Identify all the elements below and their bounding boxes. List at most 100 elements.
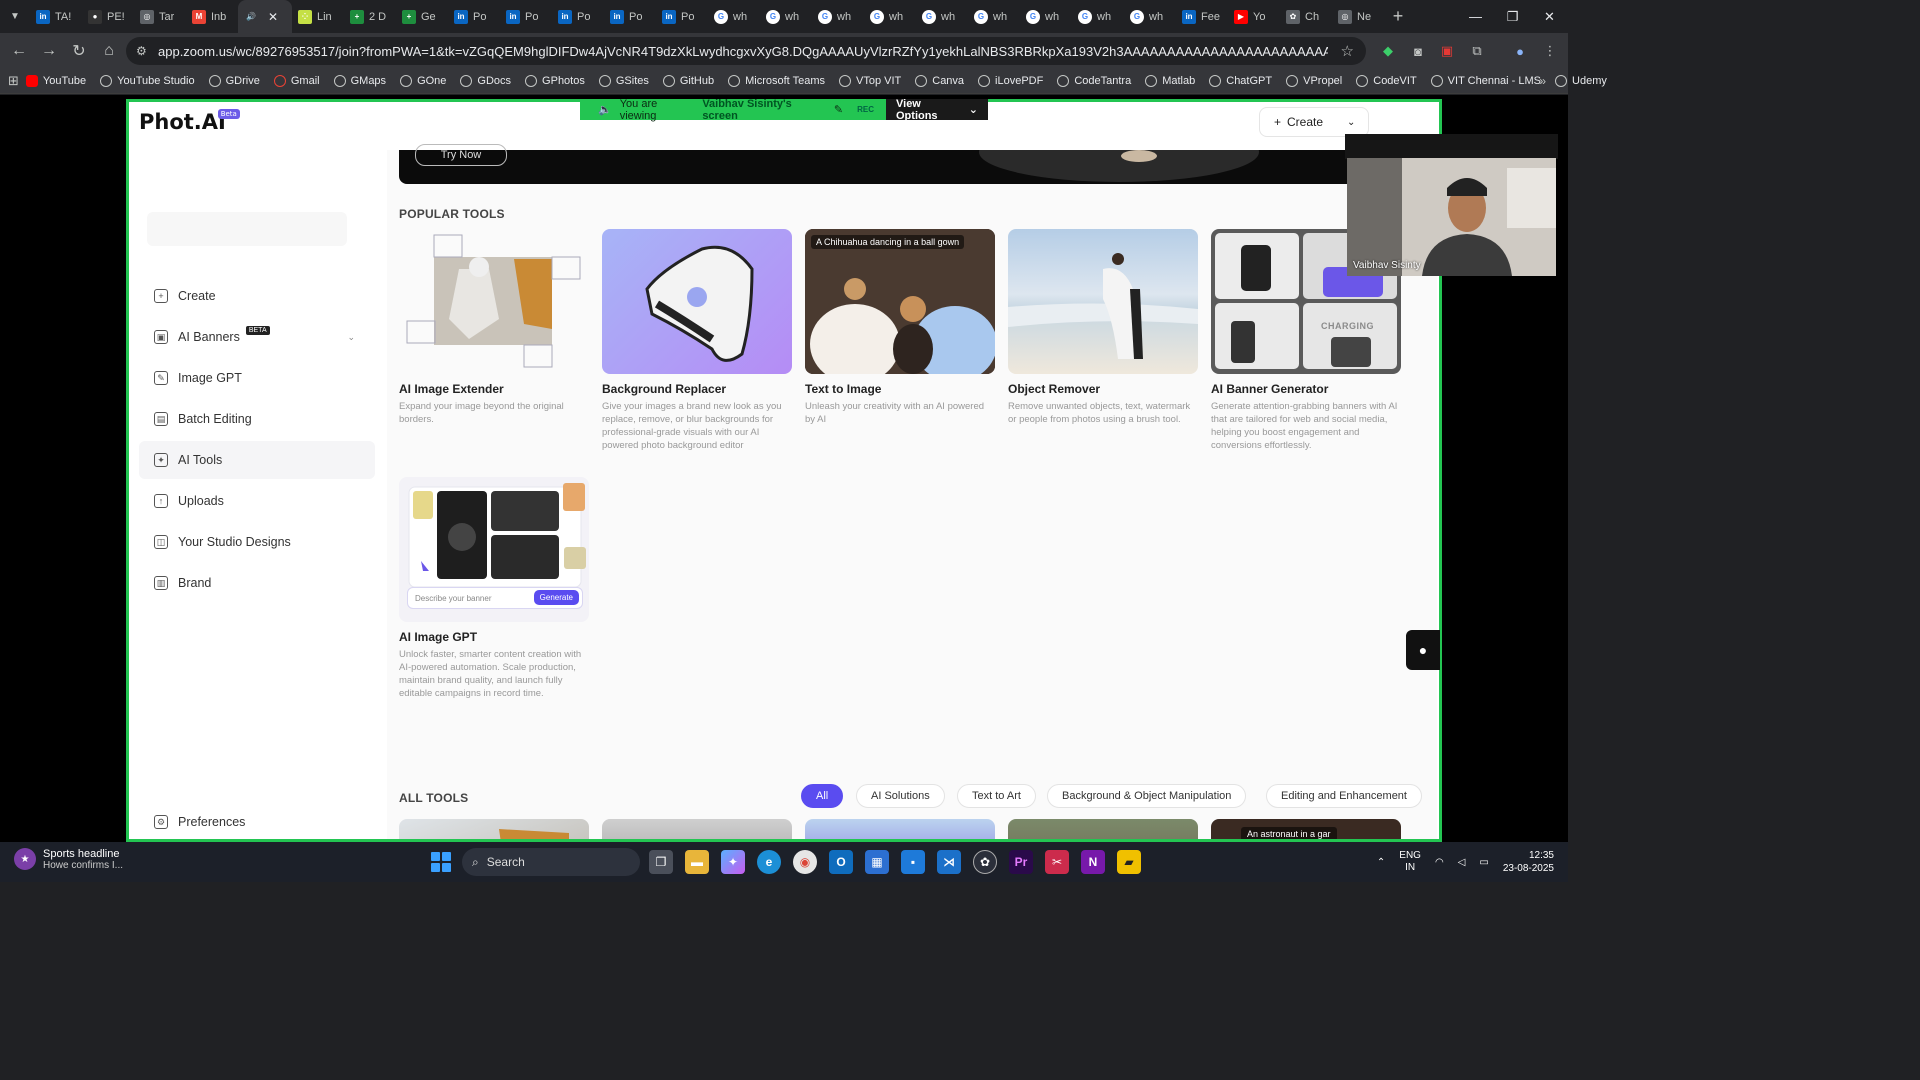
chrome-icon[interactable]: ◉ bbox=[793, 850, 817, 874]
task-view-icon[interactable]: ❐ bbox=[649, 850, 673, 874]
tool-card-text-to-image[interactable]: A Chihuahua dancing in a ball gown Text … bbox=[805, 229, 995, 426]
bookmark-item[interactable]: YouTube Studio bbox=[93, 75, 201, 87]
bookmark-item[interactable]: Gmail bbox=[267, 75, 327, 87]
browser-tab[interactable]: ▶ Yo bbox=[1228, 0, 1280, 33]
bookmark-item[interactable]: VPropel bbox=[1279, 75, 1349, 87]
participant-video-tile[interactable]: Vaibhav Sisinty bbox=[1347, 158, 1556, 276]
shield-extension-icon[interactable]: ◆ bbox=[1373, 33, 1403, 69]
browser-tab[interactable]: Gwh bbox=[812, 0, 864, 33]
premiere-icon[interactable]: Pr bbox=[1009, 850, 1033, 874]
create-dropdown-button[interactable]: + Create ⌄ bbox=[1259, 107, 1369, 137]
minimize-icon[interactable]: — bbox=[1457, 0, 1494, 33]
bookmark-item[interactable]: iLovePDF bbox=[971, 75, 1050, 87]
bookmark-item[interactable]: GDocs bbox=[453, 75, 518, 87]
browser-tab[interactable]: in Po bbox=[448, 0, 500, 33]
tool-card-background-replacer[interactable]: Background Replacer Give your images a b… bbox=[602, 229, 792, 452]
language-indicator[interactable]: ENG IN bbox=[1399, 850, 1421, 874]
sticky-notes-icon[interactable]: ▰ bbox=[1117, 850, 1141, 874]
tray-chevron-icon[interactable]: ⌃ bbox=[1377, 857, 1385, 868]
extensions-puzzle-icon[interactable]: ⧉ bbox=[1462, 33, 1492, 69]
browser-tab[interactable]: in Po bbox=[552, 0, 604, 33]
battery-icon[interactable]: ▭ bbox=[1479, 857, 1488, 868]
sidebar-item-create[interactable]: + Create bbox=[139, 277, 375, 315]
browser-tab[interactable]: Gwh bbox=[760, 0, 812, 33]
browser-tab[interactable]: M Inb bbox=[186, 0, 238, 33]
chat-widget-button[interactable]: ● bbox=[1406, 630, 1440, 670]
app-logo[interactable]: Phot.AI Beta bbox=[139, 109, 240, 134]
browser-tab[interactable]: Gwh bbox=[968, 0, 1020, 33]
edge-icon[interactable]: e bbox=[757, 850, 781, 874]
bookmark-item[interactable]: Udemy bbox=[1548, 75, 1614, 87]
wifi-icon[interactable]: ◠ bbox=[1435, 857, 1444, 868]
browser-tab[interactable]: Gwh bbox=[864, 0, 916, 33]
browser-menu-icon[interactable]: ⋮ bbox=[1535, 33, 1565, 69]
address-bar[interactable]: ⚙ app.zoom.us/wc/89276953517/join?fromPW… bbox=[126, 37, 1366, 65]
browser-tab[interactable]: in Fee bbox=[1176, 0, 1228, 33]
bookmark-item[interactable]: GSites bbox=[592, 75, 656, 87]
browser-tab[interactable]: in TA! bbox=[30, 0, 82, 33]
filter-chip-ai-solutions[interactable]: AI Solutions bbox=[856, 784, 945, 808]
chevron-down-icon[interactable]: ⌄ bbox=[347, 332, 355, 343]
bookmark-item[interactable]: CodeTantra bbox=[1050, 75, 1138, 87]
bookmark-item[interactable]: VTop VIT bbox=[832, 75, 908, 87]
windows-start-icon[interactable] bbox=[431, 852, 451, 872]
all-tools-card-1[interactable] bbox=[399, 819, 589, 839]
pocket-extension-icon[interactable]: ▣ bbox=[1432, 33, 1462, 69]
snipping-tool-icon[interactable]: ✂ bbox=[1045, 850, 1069, 874]
browser-tab[interactable]: in Po bbox=[656, 0, 708, 33]
browser-tab[interactable]: Gwh bbox=[916, 0, 968, 33]
browser-tab[interactable]: Gwh bbox=[1072, 0, 1124, 33]
forward-icon[interactable]: → bbox=[34, 33, 64, 69]
file-explorer-icon[interactable]: ▬ bbox=[685, 850, 709, 874]
bookmark-item[interactable]: Canva bbox=[908, 75, 971, 87]
view-options-button[interactable]: View Options ⌄ bbox=[886, 98, 988, 122]
volume-icon[interactable]: ◁ bbox=[1458, 857, 1466, 868]
bookmark-item[interactable]: Microsoft Teams bbox=[721, 75, 832, 87]
outlook-icon[interactable]: O bbox=[829, 850, 853, 874]
taskbar-search[interactable]: ⌕ Search bbox=[462, 848, 640, 876]
bookmark-item[interactable]: GitHub bbox=[656, 75, 721, 87]
tool-card-ai-image-extender[interactable]: AI Image Extender Expand your image beyo… bbox=[399, 229, 589, 426]
browser-tab[interactable]: ⁘ Lin bbox=[292, 0, 344, 33]
store-icon[interactable]: ▦ bbox=[865, 850, 889, 874]
bookmark-item[interactable]: GOne bbox=[393, 75, 453, 87]
tool-card-ai-image-gpt[interactable]: Describe your banner Generate AI Image G… bbox=[399, 477, 589, 700]
browser-tab[interactable]: ● PE! bbox=[82, 0, 134, 33]
all-tools-card-5[interactable]: An astronaut in a gar bbox=[1211, 819, 1401, 839]
tool-card-object-remover[interactable]: Object Remover Remove unwanted objects, … bbox=[1008, 229, 1198, 426]
sidebar-item-batch-editing[interactable]: ▤ Batch Editing bbox=[139, 400, 375, 438]
browser-tab[interactable]: in Po bbox=[604, 0, 656, 33]
reload-icon[interactable]: ↻ bbox=[64, 33, 94, 69]
restore-icon[interactable]: ❐ bbox=[1494, 0, 1531, 33]
tab-search-chevron-icon[interactable]: ▼ bbox=[0, 0, 30, 33]
sidebar-item-your-studio-designs[interactable]: ◫ Your Studio Designs bbox=[139, 523, 375, 561]
onenote-icon[interactable]: N bbox=[1081, 850, 1105, 874]
sidebar-item-ai-tools[interactable]: ✦ AI Tools bbox=[139, 441, 375, 479]
close-window-icon[interactable]: ✕ bbox=[1531, 0, 1568, 33]
news-widget[interactable]: ★ Sports headline Howe confirms I... bbox=[14, 848, 123, 871]
browser-tab[interactable]: in Po bbox=[500, 0, 552, 33]
chatgpt-app-icon[interactable]: ✿ bbox=[973, 850, 997, 874]
all-tools-card-2[interactable] bbox=[602, 819, 792, 839]
sidebar-item-brand[interactable]: ▥ Brand bbox=[139, 564, 375, 602]
filter-chip-editing-enhancement[interactable]: Editing and Enhancement bbox=[1266, 784, 1422, 808]
browser-tab[interactable]: ◎ Ne bbox=[1332, 0, 1384, 33]
bookmark-item[interactable]: GPhotos bbox=[518, 75, 592, 87]
clock[interactable]: 12:35 23-08-2025 bbox=[1503, 849, 1554, 875]
sidebar-item-uploads[interactable]: ↑ Uploads bbox=[139, 482, 375, 520]
sidebar-item-ai-banners[interactable]: ▣ AI Banners BETA ⌄ bbox=[139, 318, 375, 356]
browser-tab[interactable]: ✿ Ch bbox=[1280, 0, 1332, 33]
browser-tab[interactable]: Gwh bbox=[1020, 0, 1072, 33]
more-bookmarks-icon[interactable]: » bbox=[1539, 74, 1546, 88]
filter-chip-all[interactable]: All bbox=[801, 784, 844, 808]
browser-tab[interactable]: + Ge bbox=[396, 0, 448, 33]
url-text[interactable]: app.zoom.us/wc/89276953517/join?fromPWA=… bbox=[158, 44, 1328, 59]
sidebar-item-preferences[interactable]: ⚙ Preferences bbox=[139, 803, 375, 839]
bookmark-item[interactable]: Matlab bbox=[1138, 75, 1202, 87]
bookmark-item[interactable]: YouTube bbox=[19, 75, 93, 87]
filter-chip-text-to-art[interactable]: Text to Art bbox=[957, 784, 1036, 808]
vscode-icon[interactable]: ⋊ bbox=[937, 850, 961, 874]
browser-tab[interactable]: +2 D bbox=[344, 0, 396, 33]
filter-chip-background-object[interactable]: Background & Object Manipulation bbox=[1047, 784, 1247, 808]
bookmark-item[interactable]: CodeVIT bbox=[1349, 75, 1423, 87]
